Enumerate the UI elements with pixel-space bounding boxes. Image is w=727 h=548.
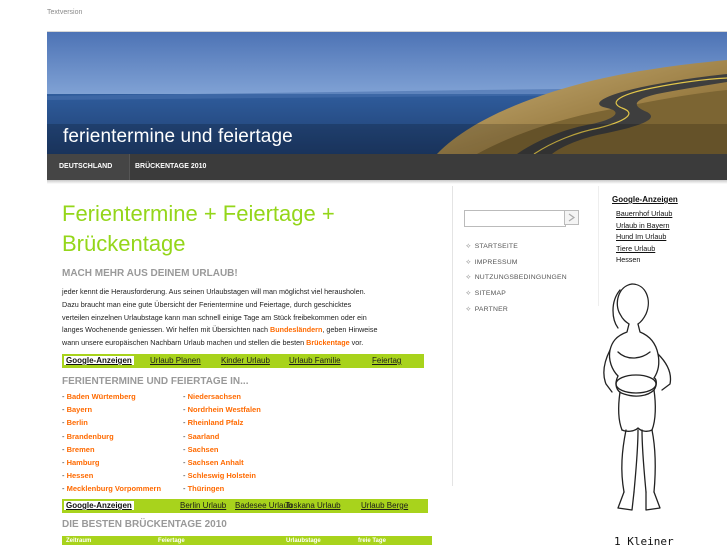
ad-bar-top: Google-Anzeigen Urlaub Planen Kinder Url… <box>62 354 424 368</box>
right-ad-link[interactable]: Urlaub in Bayern <box>616 221 670 230</box>
intro-text: jeder kennt die Herausforderung. Aus sei… <box>62 286 438 350</box>
arrow-right-icon <box>568 213 576 222</box>
intro-line: verteilen einzelnen Urlaubstage kann man… <box>62 312 367 322</box>
main-nav: DEUTSCHLAND BRÜCKENTAGE 2010 <box>47 154 727 180</box>
column-divider <box>452 186 453 486</box>
ad-link[interactable]: Urlaub Berge <box>361 501 408 510</box>
table-header-cell: Feiertage <box>158 538 185 544</box>
ad-link[interactable]: Badesee Urlaub <box>235 501 292 510</box>
nav-divider <box>129 154 130 180</box>
state-link[interactable]: - Mecklenburg Vorpommern <box>62 484 161 493</box>
table-header-cell: Zeitraum <box>66 538 92 544</box>
intro-line: Dazu braucht man eine gute Übersicht der… <box>62 299 352 309</box>
state-link[interactable]: - Bayern <box>62 405 92 414</box>
state-link[interactable]: - Hamburg <box>62 458 100 467</box>
nav-shadow <box>47 180 727 184</box>
sidebar-menu-item[interactable]: ⟡ IMPRESSUM <box>466 259 518 267</box>
link-bundeslaender[interactable]: Bundesländern <box>270 325 322 334</box>
section-heading-bridge: DIE BESTEN BRÜCKENTAGE 2010 <box>62 519 227 530</box>
search-input[interactable] <box>464 210 566 227</box>
sidebar-menu-item[interactable]: ⟡ NUTZUNGSBEDINGUNGEN <box>466 274 567 282</box>
state-link[interactable]: - Berlin <box>62 418 88 427</box>
right-ad-title[interactable]: Google-Anzeigen <box>612 195 678 204</box>
state-link[interactable]: - Sachsen <box>183 445 218 454</box>
search-button[interactable] <box>564 210 579 225</box>
arrow-icon: ⟡ <box>466 258 471 266</box>
right-ad-link[interactable]: Hund Im Urlaub <box>616 232 666 241</box>
right-ad-link[interactable]: Tiere Urlaub <box>616 244 655 253</box>
right-ad-text: Hessen <box>616 255 641 264</box>
arrow-icon: ⟡ <box>466 274 471 282</box>
state-link[interactable]: - Bremen <box>62 445 95 454</box>
state-link[interactable]: - Niedersachsen <box>183 392 241 401</box>
textversion-link[interactable]: Textversion <box>47 9 82 16</box>
intro-line: langes Wochenende geniessen. Wir helfen … <box>62 325 378 335</box>
site-title: ferientermine und feiertage <box>63 126 293 147</box>
state-link[interactable]: - Sachsen Anhalt <box>183 458 244 467</box>
cartoon-caption: 1 Kleiner <box>614 535 674 548</box>
cartoon-woman-illustration <box>603 283 672 511</box>
link-brueckentage[interactable]: Brückentage <box>306 338 350 347</box>
page-title: Ferientermine + Feiertage + Brückentage <box>62 201 335 256</box>
ad-link[interactable]: Kinder Urlaub <box>221 356 270 365</box>
ad-title[interactable]: Google-Anzeigen <box>64 501 134 510</box>
state-link[interactable]: - Rheinland Pfalz <box>183 418 243 427</box>
arrow-icon: ⟡ <box>466 290 471 298</box>
state-link[interactable]: - Saarland <box>183 432 219 441</box>
nav-item-deutschland[interactable]: DEUTSCHLAND <box>59 163 112 170</box>
arrow-icon: ⟡ <box>466 305 471 313</box>
intro-line: wann unsere europäischen Nachbarn Urlaub… <box>62 338 364 348</box>
header-banner: ferientermine und feiertage <box>47 31 727 154</box>
ad-title[interactable]: Google-Anzeigen <box>64 356 134 365</box>
sidebar-menu-item[interactable]: ⟡ SITEMAP <box>466 290 506 298</box>
state-link[interactable]: - Hessen <box>62 471 93 480</box>
state-link[interactable]: - Brandenburg <box>62 432 114 441</box>
right-ad-link[interactable]: Bauernhof Urlaub <box>616 209 672 218</box>
state-link[interactable]: - Schleswig Holstein <box>183 471 256 480</box>
state-link[interactable]: - Nordrhein Westfalen <box>183 405 261 414</box>
ad-link[interactable]: Berlin Urlaub <box>180 501 226 510</box>
sidebar-menu-item[interactable]: ⟡ STARTSEITE <box>466 243 518 251</box>
ad-link[interactable]: Feiertag <box>372 356 401 365</box>
section-heading-states: FERIENTERMINE UND FEIERTAGE IN... <box>62 376 249 387</box>
intro-line: jeder kennt die Herausforderung. Aus sei… <box>62 287 366 296</box>
ad-link[interactable]: Urlaub Familie <box>289 356 341 365</box>
arrow-icon: ⟡ <box>466 243 471 250</box>
ad-bar-bottom: Google-Anzeigen Berlin Urlaub Badesee Ur… <box>62 499 428 513</box>
ad-link[interactable]: Toskana Urlaub <box>285 501 341 510</box>
table-header-cell: Urlaubstage <box>286 538 321 544</box>
section-heading-intro: MACH MEHR AUS DEINEM URLAUB! <box>62 268 238 279</box>
table-header-cell: freie Tage <box>358 538 386 544</box>
bridge-table-header: Zeitraum Feiertage Urlaubstage freie Tag… <box>62 536 432 545</box>
sidebar-menu-item[interactable]: ⟡ PARTNER <box>466 306 508 314</box>
state-link[interactable]: - Baden Würtemberg <box>62 392 136 401</box>
nav-item-brueckentage[interactable]: BRÜCKENTAGE 2010 <box>135 163 206 170</box>
state-link[interactable]: - Thüringen <box>183 484 224 493</box>
ad-link[interactable]: Urlaub Planen <box>150 356 201 365</box>
